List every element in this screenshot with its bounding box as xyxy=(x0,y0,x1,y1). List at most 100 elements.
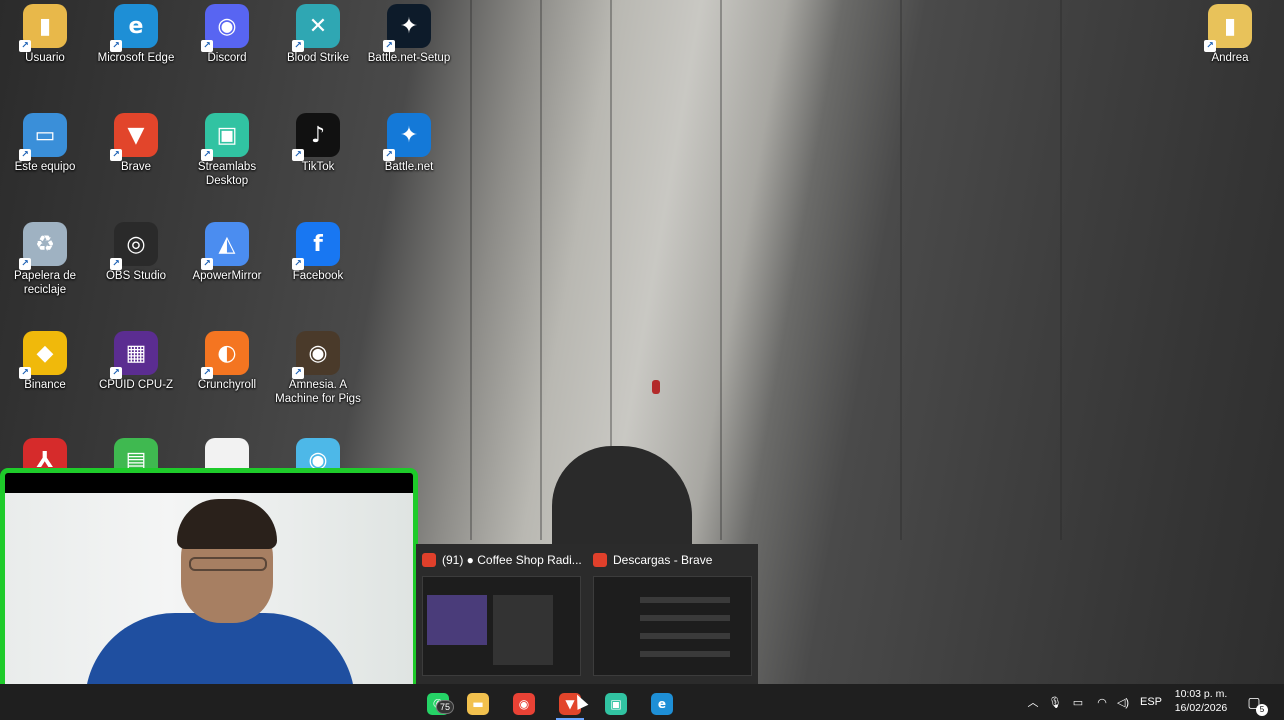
language-indicator[interactable]: ESP xyxy=(1136,684,1166,720)
shortcut-arrow-icon: ↗ xyxy=(383,40,395,52)
desktop-icon-label: Battle.net xyxy=(384,161,434,173)
shortcut-arrow-icon: ↗ xyxy=(19,149,31,161)
desktop-icon[interactable]: ♪ ↗ TikTok xyxy=(273,113,363,174)
shortcut-arrow-icon: ↗ xyxy=(201,149,213,161)
desktop-icon-label: Este equipo xyxy=(14,161,76,173)
shortcut-arrow-icon: ↗ xyxy=(292,258,304,270)
download-row xyxy=(640,597,730,603)
microphone-icon[interactable]: 🎙 xyxy=(1046,684,1064,720)
desktop-icon-label: Papelera de reciclaje xyxy=(13,270,77,296)
facebook-icon: f ↗ xyxy=(292,222,340,270)
volume-icon[interactable]: ◁) xyxy=(1114,684,1132,720)
shortcut-arrow-icon: ↗ xyxy=(201,258,213,270)
download-row xyxy=(640,615,730,621)
shortcut-arrow-icon: ↗ xyxy=(292,40,304,52)
desktop-icon-label: CPUID CPU-Z xyxy=(98,379,174,391)
shortcut-arrow-icon: ↗ xyxy=(110,149,122,161)
person-glasses xyxy=(189,557,267,571)
desktop-icon[interactable]: ◉ ↗ Amnesia. A Machine for Pigs xyxy=(273,331,363,406)
desktop-icon-label: TikTok xyxy=(301,161,335,173)
youtube-tab-icon xyxy=(422,553,436,567)
this-pc-icon: ▭ ↗ xyxy=(19,113,67,161)
shortcut-arrow-icon: ↗ xyxy=(201,40,213,52)
rock-streak xyxy=(1060,0,1062,540)
binance-icon: ◆ ↗ xyxy=(19,331,67,379)
desktop-icon[interactable]: ▼ ↗ Brave xyxy=(91,113,181,174)
shortcut-arrow-icon: ↗ xyxy=(110,40,122,52)
battlenet-setup-icon: ✦ ↗ xyxy=(383,4,431,52)
taskbar-app-streamlabs[interactable]: ▣ xyxy=(596,688,636,720)
shortcut-arrow-icon: ↗ xyxy=(110,367,122,379)
desktop-icon[interactable]: ◐ ↗ Crunchyroll xyxy=(182,331,272,392)
thumbnail-brave-downloads[interactable]: Descargas - Brave xyxy=(587,544,758,684)
shortcut-arrow-icon: ↗ xyxy=(383,149,395,161)
thumbnail-preview xyxy=(422,576,581,676)
shortcut-arrow-icon: ↗ xyxy=(201,367,213,379)
desktop-icon-label: Battle.net-Setup xyxy=(367,52,451,64)
shortcut-arrow-icon: ↗ xyxy=(1204,40,1216,52)
climber xyxy=(652,380,660,394)
webcam-overlay[interactable] xyxy=(0,468,418,720)
edge-icon: e xyxy=(651,693,673,715)
taskbar-app-chrome[interactable]: ◉ xyxy=(504,688,544,720)
obs-icon: ◎ ↗ xyxy=(110,222,158,270)
chevron-up-icon[interactable]: ︿ xyxy=(1024,684,1042,720)
crunchyroll-icon: ◐ ↗ xyxy=(201,331,249,379)
desktop-icon[interactable]: ▭ ↗ Este equipo xyxy=(0,113,90,174)
desktop-icon[interactable]: f ↗ Facebook xyxy=(273,222,363,283)
desktop-icon-label: Amnesia. A Machine for Pigs xyxy=(275,379,361,405)
chrome-icon: ◉ xyxy=(513,693,535,715)
clock-date: 16/02/2026 xyxy=(1174,702,1228,714)
desktop-icon[interactable]: ▣ ↗ Streamlabs Desktop xyxy=(182,113,272,188)
tiktok-icon: ♪ ↗ xyxy=(292,113,340,161)
thumbnail-title: Descargas - Brave xyxy=(613,553,713,567)
user-folder-icon: ▮ ↗ xyxy=(19,4,67,52)
taskbar-app-edge[interactable]: e xyxy=(642,688,682,720)
clock-time: 10:03 p. m. xyxy=(1174,688,1228,700)
folder-icon: ▮ ↗ xyxy=(1204,4,1252,52)
desktop-icon-label: Usuario xyxy=(25,52,65,64)
recycle-bin-icon: ♻ ↗ xyxy=(19,222,67,270)
desktop-icon[interactable]: ▮ ↗ Usuario xyxy=(0,4,90,65)
taskbar-app-file-explorer[interactable]: ▬ xyxy=(458,688,498,720)
desktop-icon[interactable]: ◎ ↗ OBS Studio xyxy=(91,222,181,283)
shortcut-arrow-icon: ↗ xyxy=(19,258,31,270)
wifi-icon[interactable]: ◠ xyxy=(1092,684,1112,720)
rock-streak xyxy=(470,0,472,540)
thumbnail-title: (91) ● Coffee Shop Radi... xyxy=(442,553,581,567)
brave-icon: ▼ ↗ xyxy=(110,113,158,161)
desktop-icon[interactable]: ▮ ↗ Andrea xyxy=(1185,4,1275,65)
desktop-icon[interactable]: ✦ ↗ Battle.net-Setup xyxy=(364,4,454,65)
thumbnail-youtube[interactable]: (91) ● Coffee Shop Radi... xyxy=(416,544,587,684)
desktop-icon[interactable]: e ↗ Microsoft Edge xyxy=(91,4,181,65)
desktop-icon[interactable]: ◭ ↗ ApowerMirror xyxy=(182,222,272,283)
download-row xyxy=(640,633,730,639)
clock[interactable]: 10:03 p. m. 16/02/2026 xyxy=(1168,684,1234,720)
desktop-icon[interactable]: ✦ ↗ Battle.net xyxy=(364,113,454,174)
shortcut-arrow-icon: ↗ xyxy=(19,40,31,52)
desktop-icon[interactable]: ▦ ↗ CPUID CPU-Z xyxy=(91,331,181,392)
video-preview xyxy=(427,595,487,645)
blood-strike-icon: ✕ ↗ xyxy=(292,4,340,52)
shortcut-arrow-icon: ↗ xyxy=(19,367,31,379)
rock-streak xyxy=(720,0,722,540)
brave-icon xyxy=(593,553,607,567)
desktop-icon[interactable]: ◆ ↗ Binance xyxy=(0,331,90,392)
battlenet-icon: ✦ ↗ xyxy=(383,113,431,161)
edge-icon: e ↗ xyxy=(110,4,158,52)
battery-icon[interactable]: ▭ xyxy=(1068,684,1088,720)
cpuz-icon: ▦ ↗ xyxy=(110,331,158,379)
boulder xyxy=(552,446,692,556)
desktop-icon-label: Discord xyxy=(207,52,247,64)
folder-icon: ▬ xyxy=(467,693,489,715)
desktop-icon-label: Facebook xyxy=(292,270,344,282)
chat-preview xyxy=(493,595,553,665)
taskbar-thumbnail-popup: (91) ● Coffee Shop Radi... Descargas - B… xyxy=(416,544,758,684)
notification-center-button[interactable]: ▢ 5 xyxy=(1242,690,1268,716)
desktop-icon[interactable]: ✕ ↗ Blood Strike xyxy=(273,4,363,65)
desktop-icon-label: Streamlabs Desktop xyxy=(197,161,257,187)
whatsapp-badge: 75 xyxy=(436,700,455,714)
desktop-icon[interactable]: ♻ ↗ Papelera de reciclaje xyxy=(0,222,90,297)
streamlabs-icon: ▣ xyxy=(605,693,627,715)
desktop-icon[interactable]: ◉ ↗ Discord xyxy=(182,4,272,65)
